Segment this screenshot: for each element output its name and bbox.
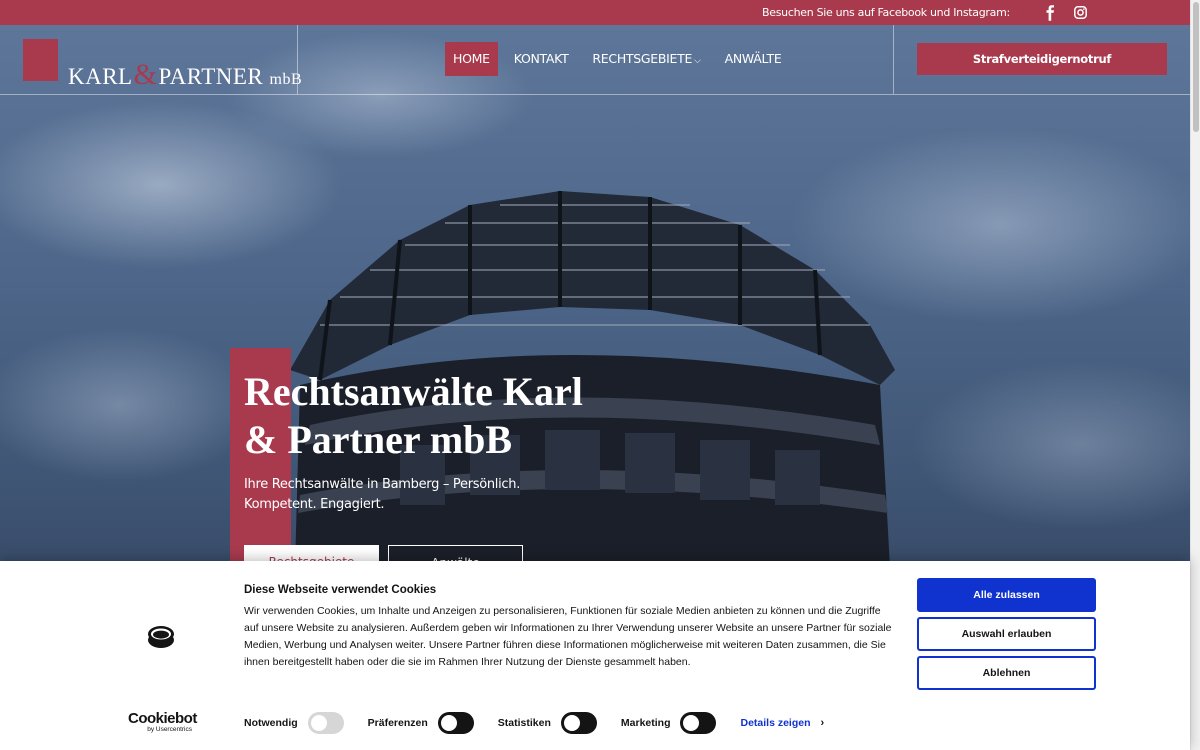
deny-button[interactable]: Ablehnen bbox=[917, 656, 1096, 690]
logo-ampersand: & bbox=[133, 58, 158, 91]
toggle-knob bbox=[310, 714, 327, 731]
logo[interactable]: KARL&PARTNER mbB bbox=[68, 58, 302, 92]
nav-item-kontakt[interactable]: KONTAKT bbox=[506, 42, 577, 76]
cookie-description: Wir verwenden Cookies, um Inhalte und An… bbox=[244, 605, 892, 668]
social-text: Besuchen Sie uns auf Facebook und Instag… bbox=[762, 6, 1010, 19]
toggle-knob bbox=[683, 714, 700, 731]
chevron-down-icon: ⌵ bbox=[694, 56, 701, 66]
nav-item-label: ANWÄLTE bbox=[724, 51, 782, 66]
statistics-toggle[interactable] bbox=[560, 711, 597, 734]
header-divider bbox=[297, 25, 298, 94]
top-bar: Besuchen Sie uns auf Facebook und Instag… bbox=[0, 0, 1190, 25]
logo-name-right: PARTNER bbox=[158, 64, 264, 89]
consent-toggles: Notwendig Präferenzen Statistiken Market… bbox=[244, 711, 824, 734]
main-nav: HOME KONTAKT RECHTSGEBIETE ⌵ ANWÄLTE bbox=[445, 42, 797, 76]
logo-name-left: KARL bbox=[68, 64, 133, 89]
toggle-knob bbox=[563, 714, 580, 731]
hero-title-line: Rechtsanwälte Karl bbox=[244, 369, 583, 414]
header-divider bbox=[893, 25, 894, 94]
cookie-icon bbox=[148, 626, 174, 648]
toggle-label-necessary: Notwendig bbox=[244, 716, 298, 729]
necessary-toggle bbox=[307, 711, 344, 734]
hero-subtitle: Ihre Rechtsanwälte in Bamberg – Persönli… bbox=[244, 477, 521, 512]
cookiebot-logo[interactable]: Cookiebot by Usercentrics bbox=[128, 710, 198, 733]
allow-all-button[interactable]: Alle zulassen bbox=[917, 578, 1096, 612]
preferences-toggle[interactable] bbox=[437, 711, 474, 734]
nav-item-home[interactable]: HOME bbox=[445, 42, 498, 76]
show-details-link[interactable]: Details zeigen › bbox=[740, 717, 824, 729]
cookiebot-wordmark: Cookiebot bbox=[128, 710, 197, 727]
nav-item-anwaelte[interactable]: ANWÄLTE bbox=[717, 42, 790, 76]
nav-item-rechtsgebiete[interactable]: RECHTSGEBIETE ⌵ bbox=[584, 42, 708, 76]
toggle-label-statistics: Statistiken bbox=[497, 716, 551, 729]
toggle-label-marketing: Marketing bbox=[620, 716, 671, 729]
hero-title-line: & Partner mbB bbox=[244, 417, 513, 462]
cookie-title: Diese Webseite verwendet Cookies bbox=[244, 584, 437, 596]
allow-selection-button[interactable]: Auswahl erlauben bbox=[917, 617, 1096, 651]
cookie-banner: Diese Webseite verwendet Cookies Wir ver… bbox=[0, 561, 1190, 750]
facebook-icon[interactable] bbox=[1044, 5, 1056, 21]
site-header: KARL&PARTNER mbB HOME KONTAKT RECHTSGEBI… bbox=[0, 25, 1190, 95]
instagram-icon[interactable] bbox=[1074, 6, 1087, 19]
details-label: Details zeigen bbox=[740, 716, 811, 729]
cookiebot-byline: by Usercentrics bbox=[147, 726, 192, 733]
nav-item-label: HOME bbox=[453, 51, 490, 66]
page-scrollbar[interactable] bbox=[1190, 0, 1200, 750]
nav-item-label: KONTAKT bbox=[513, 51, 569, 66]
toggle-knob bbox=[440, 714, 457, 731]
toggle-label-preferences: Präferenzen bbox=[367, 716, 428, 729]
chevron-right-icon: › bbox=[820, 716, 825, 729]
marketing-toggle[interactable] bbox=[680, 711, 717, 734]
emergency-call-button[interactable]: Strafverteidigernotruf bbox=[917, 43, 1167, 75]
hero-title: Rechtsanwälte Karl & Partner mbB bbox=[244, 368, 604, 464]
scrollbar-thumb[interactable] bbox=[1193, 2, 1199, 132]
logo-mark[interactable] bbox=[23, 39, 58, 81]
nav-item-label: RECHTSGEBIETE bbox=[592, 51, 693, 66]
